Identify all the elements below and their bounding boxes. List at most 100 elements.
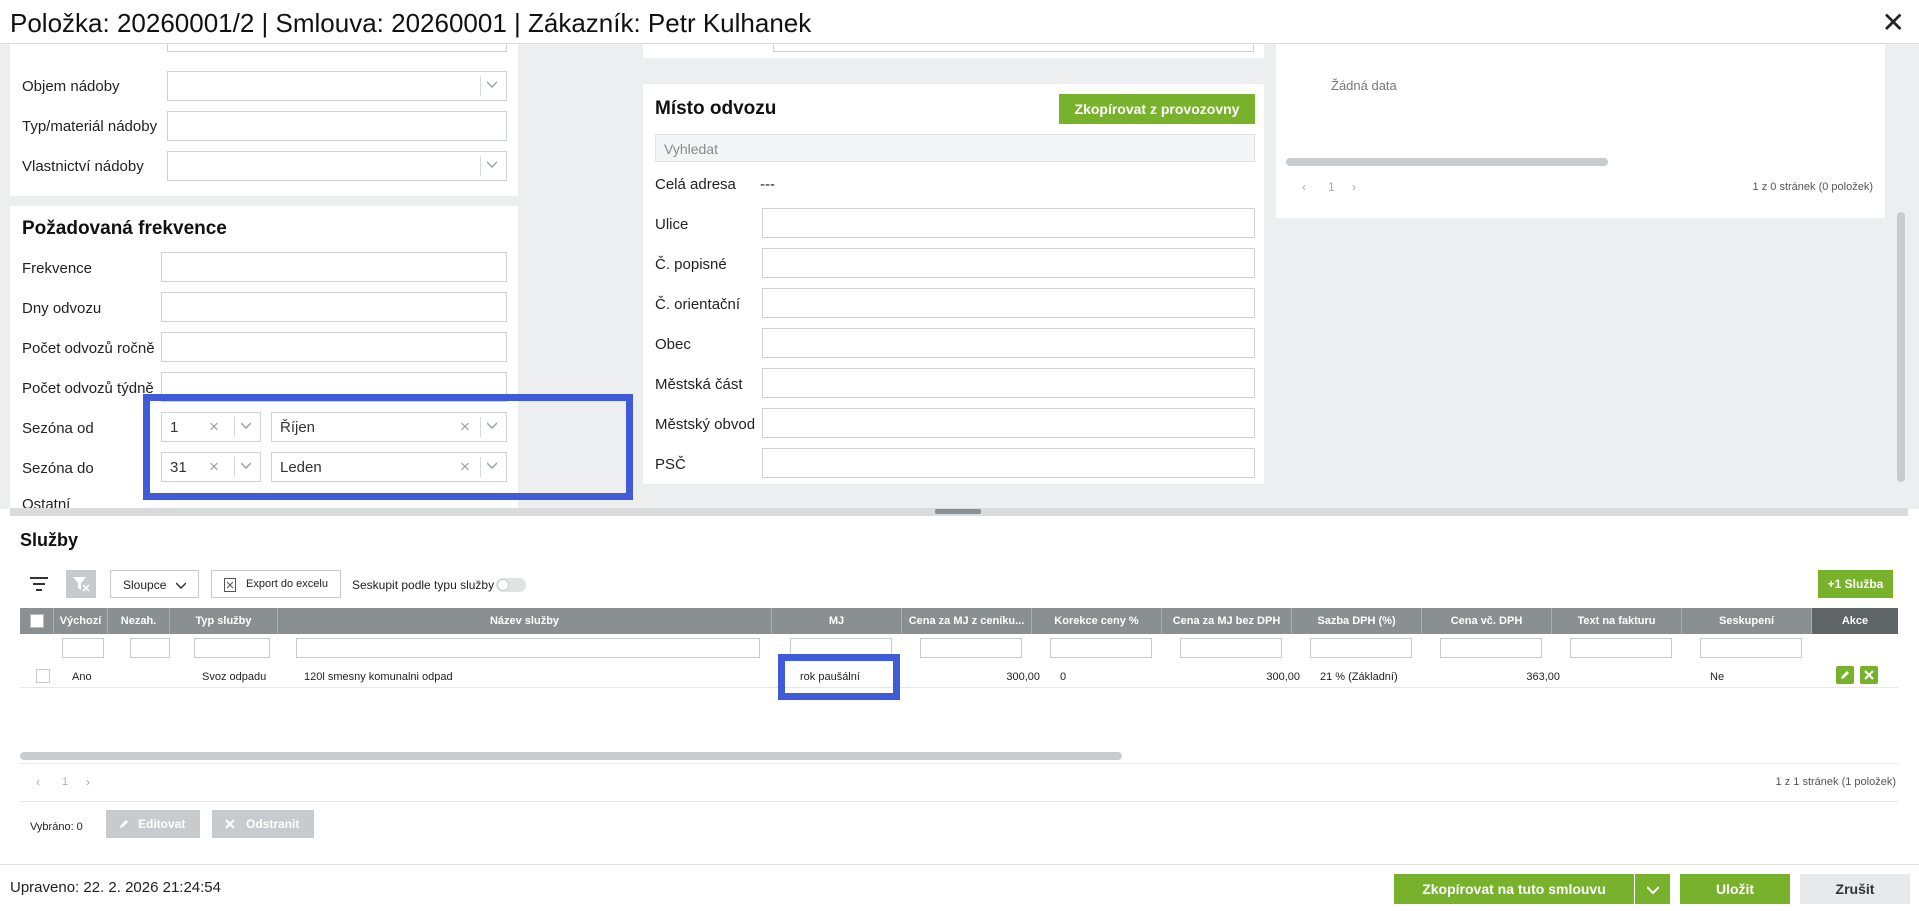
chevron-right-icon[interactable]: › (1352, 180, 1356, 194)
container-ownership-select[interactable] (167, 151, 507, 181)
dialog-title: Položka: 20260001/2 | Smlouva: 20260001 … (10, 8, 812, 38)
save-button[interactable]: Uložit (1680, 874, 1790, 904)
copy-from-facility-button[interactable]: Zkopírovat z provozovny (1059, 94, 1255, 124)
page-number[interactable]: 1 (62, 776, 68, 788)
col-price-no-vat[interactable]: Cena za MJ bez DPH (1162, 608, 1292, 634)
cell-service-name: 120l smesny komunalni odpad (304, 671, 453, 683)
vertical-scrollbar[interactable] (1897, 212, 1905, 482)
close-icon[interactable]: ✕ (1882, 6, 1905, 39)
city-district-input[interactable] (762, 408, 1255, 438)
services-title: Služby (20, 530, 79, 550)
services-pager-text: 1 z 1 stránek (1 položek) (1775, 776, 1896, 788)
col-excluded[interactable]: Nezah. (108, 608, 170, 634)
services-grid-header: Výchozí Nezah. Typ služby Název služby M… (20, 608, 1898, 634)
filter-default-input[interactable] (62, 638, 104, 658)
pickups-per-year-input[interactable] (161, 332, 507, 362)
selected-count: Vybráno: 0 (30, 821, 83, 833)
splitter-grip[interactable] (935, 509, 981, 514)
container-type-input[interactable] (167, 111, 507, 141)
filter-excluded-input[interactable] (130, 638, 170, 658)
container-card: Objem nádoby Typ/materiál nádoby Vlastni… (10, 44, 518, 196)
col-invoice-text[interactable]: Text na fakturu (1552, 608, 1682, 634)
house-number-input[interactable] (762, 248, 1255, 278)
col-default[interactable]: Výchozí (54, 608, 108, 634)
container-top-field[interactable] (167, 44, 507, 52)
frequency-input[interactable] (161, 252, 507, 282)
middle-top-card (643, 44, 1264, 58)
filter-price-vat-input[interactable] (1440, 638, 1542, 658)
municipality-input[interactable] (762, 328, 1255, 358)
house-number-label: Č. popisné (655, 256, 727, 273)
container-volume-select[interactable] (167, 71, 507, 101)
row-checkbox[interactable] (36, 669, 50, 683)
filter-correction-input[interactable] (1050, 638, 1152, 658)
filter-row-icon[interactable] (24, 570, 54, 598)
full-address-label: Celá adresa (655, 176, 736, 193)
col-price-vat[interactable]: Cena vč. DPH (1422, 608, 1552, 634)
pencil-icon[interactable] (1836, 666, 1854, 684)
chevron-down-icon (1647, 886, 1659, 894)
copy-to-contract-button[interactable]: Zkopírovat na tuto smlouvu (1394, 874, 1634, 904)
panel-splitter[interactable] (10, 508, 1908, 516)
filter-type-input[interactable] (194, 638, 270, 658)
address-search-input[interactable]: Vyhledat (655, 134, 1255, 162)
add-service-button[interactable]: +1 Služba (1818, 570, 1893, 598)
postal-code-label: PSČ (655, 456, 686, 473)
col-price-list[interactable]: Cena za MJ z ceníku... (902, 608, 1032, 634)
pickups-per-week-label: Počet odvozů týdně (22, 380, 154, 397)
remove-button[interactable]: Odstranit (212, 810, 314, 838)
cancel-button[interactable]: Zrušit (1800, 874, 1910, 904)
chevron-left-icon[interactable]: ‹ (36, 775, 40, 789)
frequency-label: Frekvence (22, 260, 93, 277)
chevron-left-icon[interactable]: ‹ (1302, 180, 1306, 194)
col-service-type[interactable]: Typ služby (170, 608, 278, 634)
col-actions: Akce (1812, 608, 1898, 634)
orientation-number-input[interactable] (762, 288, 1255, 318)
filter-price-no-vat-input[interactable] (1180, 638, 1282, 658)
page-number[interactable]: 1 (1328, 180, 1335, 194)
municipality-label: Obec (655, 336, 691, 353)
edit-button[interactable]: Editovat (106, 810, 200, 838)
filter-invoice-input[interactable] (1570, 638, 1672, 658)
frequency-title: Požadovaná frekvence (22, 218, 227, 239)
orientation-number-label: Č. orientační (655, 296, 741, 313)
filter-vat-input[interactable] (1310, 638, 1412, 658)
services-panel: Služby Sloupce Export do excelu Seskupit… (10, 516, 1908, 854)
excel-icon (224, 578, 236, 592)
city-part-input[interactable] (762, 368, 1255, 398)
filter-price-list-input[interactable] (920, 638, 1022, 658)
dialog-footer: Upraveno: 22. 2. 2026 21:24:54 Zkopírova… (0, 864, 1919, 911)
postal-code-input[interactable] (762, 448, 1255, 478)
select-all-checkbox[interactable] (30, 614, 44, 628)
filter-name-input[interactable] (296, 638, 760, 658)
columns-dropdown[interactable]: Sloupce (110, 570, 199, 598)
select-all-cell[interactable] (20, 608, 54, 634)
col-unit[interactable]: MJ (772, 608, 902, 634)
modified-timestamp: Upraveno: 22. 2. 2026 21:24:54 (10, 879, 221, 896)
chevron-down-icon[interactable] (480, 76, 502, 96)
grid-horizontal-scrollbar[interactable] (20, 752, 1122, 760)
filter-grouping-input[interactable] (1700, 638, 1802, 658)
middle-top-field[interactable] (773, 44, 1254, 52)
group-by-type-toggle[interactable] (496, 578, 526, 592)
table-row[interactable] (20, 662, 1898, 688)
filter-clear-icon[interactable] (66, 570, 96, 598)
container-volume-label: Objem nádoby (22, 78, 120, 95)
export-excel-button[interactable]: Export do excelu (211, 570, 341, 598)
col-grouping[interactable]: Seskupení (1682, 608, 1812, 634)
cell-price-list: 300,00 (1006, 671, 1040, 683)
copy-options-dropdown[interactable] (1634, 874, 1670, 904)
pickup-days-label: Dny odvozu (22, 300, 102, 317)
street-input[interactable] (762, 208, 1255, 238)
chevron-down-icon[interactable] (480, 156, 502, 176)
chevron-right-icon[interactable]: › (86, 775, 90, 789)
pickup-title: Místo odvozu (655, 98, 777, 119)
horizontal-scrollbar[interactable] (1286, 158, 1608, 166)
season-highlight-box (143, 394, 633, 500)
col-vat-rate[interactable]: Sazba DPH (%) (1292, 608, 1422, 634)
pickup-days-input[interactable] (161, 292, 507, 322)
delete-icon[interactable] (1860, 666, 1878, 684)
col-correction[interactable]: Korekce ceny % (1032, 608, 1162, 634)
cell-price-no-vat: 300,00 (1266, 671, 1300, 683)
col-service-name[interactable]: Název služby (278, 608, 772, 634)
